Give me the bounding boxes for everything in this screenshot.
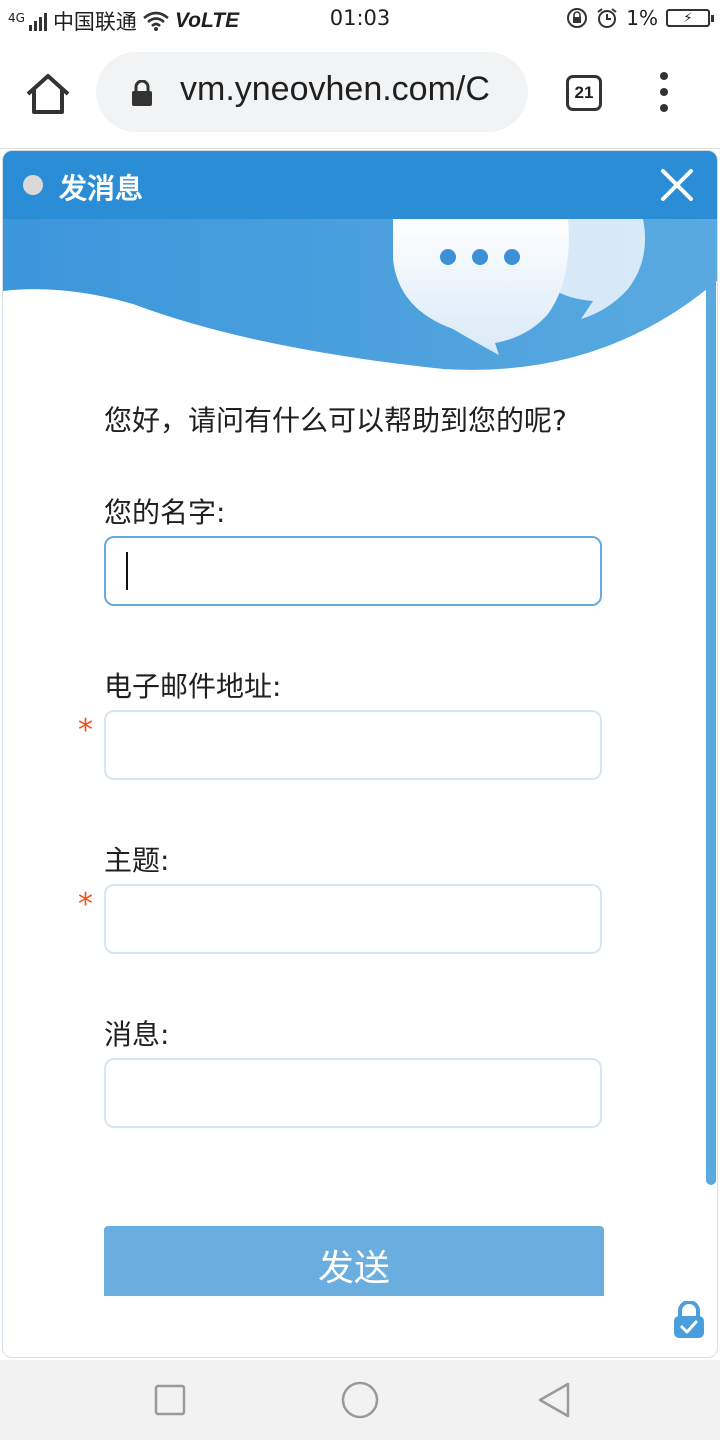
status-right: 1% ⚡ xyxy=(566,6,714,30)
secure-lock-icon xyxy=(674,1301,704,1338)
rotation-lock-icon xyxy=(567,8,588,28)
recent-apps-icon[interactable] xyxy=(150,1380,190,1420)
url-text[interactable]: vm.yneovhen.com/C xyxy=(180,70,510,109)
subject-input[interactable] xyxy=(104,884,602,954)
email-label: 电子邮件地址: xyxy=(104,670,282,703)
email-required-marker: * xyxy=(78,713,93,748)
name-label: 您的名字: xyxy=(104,496,226,529)
back-icon[interactable] xyxy=(534,1380,574,1420)
message-label: 消息: xyxy=(104,1018,170,1051)
browser-toolbar: vm.yneovhen.com/C 21 xyxy=(0,38,720,149)
close-icon[interactable] xyxy=(659,167,695,203)
status-bar: 4G 中国联通 VoLTE 01:03 1% ⚡ xyxy=(0,0,720,38)
text-caret xyxy=(126,552,128,590)
subject-label: 主题: xyxy=(104,844,170,877)
battery-percent: 1% xyxy=(626,6,658,30)
system-nav-bar xyxy=(0,1360,720,1440)
status-dot xyxy=(23,175,43,195)
widget-title: 发消息 xyxy=(59,172,144,205)
home-icon[interactable] xyxy=(22,72,74,116)
send-button[interactable]: 发送 xyxy=(104,1226,604,1296)
address-bar[interactable]: vm.yneovhen.com/C xyxy=(96,52,528,132)
battery-icon: ⚡ xyxy=(666,9,714,27)
name-input[interactable] xyxy=(104,536,602,606)
subject-required-marker: * xyxy=(78,887,93,922)
lock-icon xyxy=(132,80,152,106)
contact-widget: 发消息 您好，请问有什么可以帮助到您的呢? 您的名字: 电子邮件地址: * 主题… xyxy=(2,150,718,1358)
home-circle-icon[interactable] xyxy=(340,1380,380,1420)
alarm-icon xyxy=(597,8,617,28)
tab-switcher-button[interactable]: 21 xyxy=(566,75,602,111)
message-input[interactable] xyxy=(104,1058,602,1128)
widget-header: 发消息 xyxy=(3,151,717,219)
greeting-text: 您好，请问有什么可以帮助到您的呢? xyxy=(104,404,567,437)
email-input[interactable] xyxy=(104,710,602,780)
header-banner xyxy=(3,219,717,370)
overflow-menu-icon[interactable] xyxy=(654,72,674,116)
scrollbar[interactable] xyxy=(706,221,716,1185)
